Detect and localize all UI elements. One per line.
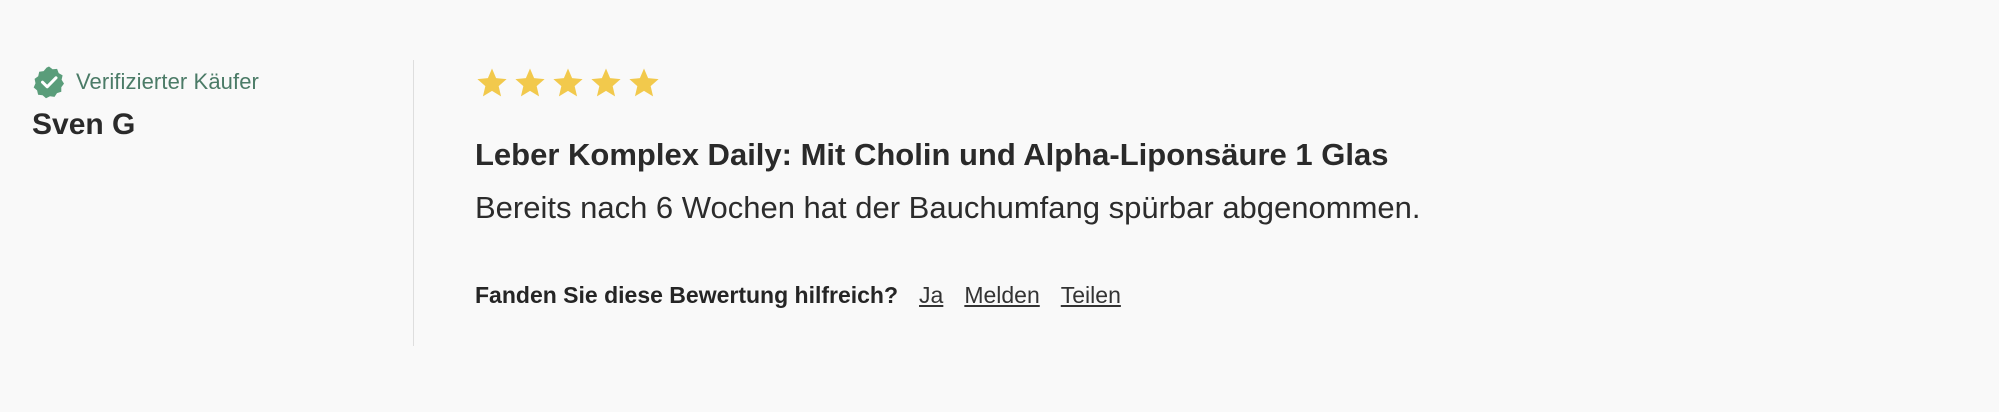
review-author: Verifizierter Käufer Sven G <box>32 64 392 142</box>
star-icon <box>591 68 621 97</box>
review-card: Verifizierter Käufer Sven G Leber Komple… <box>0 0 1999 412</box>
verified-buyer-badge: Verifizierter Käufer <box>32 64 392 100</box>
star-icon <box>629 68 659 97</box>
share-link[interactable]: Teilen <box>1061 282 1121 309</box>
helpful-question: Fanden Sie diese Bewertung hilfreich? <box>475 282 899 309</box>
author-name: Sven G <box>32 108 136 141</box>
star-icon <box>553 68 583 97</box>
review-body: Bereits nach 6 Wochen hat der Bauchumfan… <box>475 190 1421 226</box>
column-divider <box>413 60 414 346</box>
verified-check-icon <box>33 66 64 99</box>
helpful-yes-link[interactable]: Ja <box>919 282 943 309</box>
verified-buyer-label: Verifizierter Käufer <box>76 69 259 94</box>
star-rating <box>475 62 1875 104</box>
star-icon <box>515 68 545 97</box>
report-link[interactable]: Melden <box>964 282 1039 309</box>
helpful-bar: Fanden Sie diese Bewertung hilfreich? Ja… <box>475 282 1875 309</box>
review-content: Leber Komplex Daily: Mit Cholin und Alph… <box>475 62 1875 309</box>
star-icon <box>477 68 507 97</box>
review-title: Leber Komplex Daily: Mit Cholin und Alph… <box>475 137 1389 172</box>
